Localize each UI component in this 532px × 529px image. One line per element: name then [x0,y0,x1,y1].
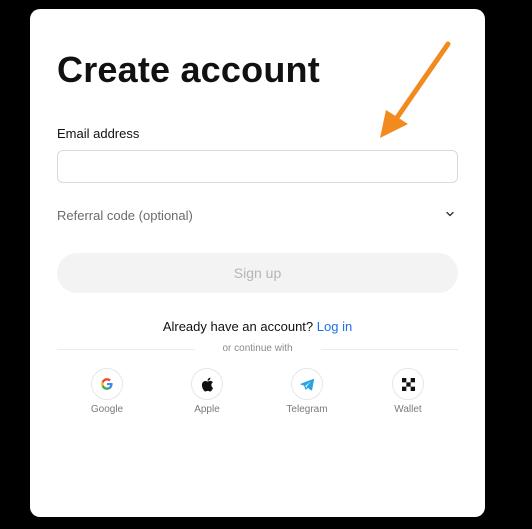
login-prompt-text: Already have an account? [162,319,314,334]
telegram-icon-circle [291,368,323,400]
wallet-icon-circle [392,368,424,400]
wallet-label: Wallet [394,404,422,415]
wallet-login-button[interactable]: Wallet [378,368,438,415]
annotation-arrow-icon [380,41,451,138]
apple-icon [201,377,214,391]
telegram-icon [300,378,314,390]
divider-right [321,349,458,350]
apple-label: Apple [194,404,220,415]
login-prompt-line: Already have an account? Log in [30,319,485,334]
google-icon-circle [91,368,123,400]
wallet-icon [401,377,415,391]
referral-code-label: Referral code (optional) [57,208,193,223]
google-login-button[interactable]: Google [77,368,137,415]
telegram-label: Telegram [286,404,328,415]
page-title: Create account [57,49,320,90]
chevron-down-icon [446,211,454,217]
telegram-login-button[interactable]: Telegram [277,368,337,415]
email-field[interactable] [57,150,458,183]
google-icon [101,378,113,390]
google-label: Google [90,404,124,415]
apple-login-button[interactable]: Apple [177,368,237,415]
log-in-link[interactable]: Log in [317,319,352,334]
referral-code-toggle[interactable]: Referral code (optional) [57,205,458,227]
sign-up-button[interactable]: Sign up [57,253,458,293]
email-label: Email address [57,126,140,141]
apple-icon-circle [191,368,223,400]
